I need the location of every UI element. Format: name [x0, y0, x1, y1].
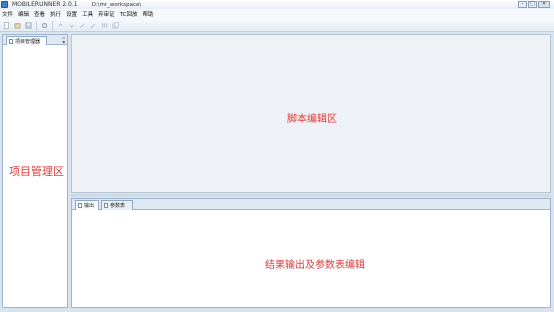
menu-edit[interactable]: 编辑: [18, 10, 29, 18]
menu-tc-replay[interactable]: TC回放: [120, 10, 138, 18]
menu-view[interactable]: 查看: [34, 10, 45, 18]
tab-output-label: 输出: [84, 203, 95, 209]
window-controls: – □ ✕: [518, 1, 550, 8]
script-editor[interactable]: 脚本编辑区: [71, 34, 551, 193]
output-tab-bar: 输出 参数表: [72, 199, 550, 210]
menu-item-7[interactable]: 弃审证: [98, 10, 115, 18]
menu-settings[interactable]: 设置: [66, 10, 77, 18]
toolbar-separator: [36, 20, 37, 30]
settings-icon[interactable]: [40, 21, 49, 30]
table-icon: [104, 203, 108, 208]
undo-icon[interactable]: [56, 21, 65, 30]
workspace-path: D:\mr_workspace\: [91, 1, 142, 8]
menu-tools[interactable]: 工具: [82, 10, 93, 18]
app-title: MOBILERUNNER 2.0.1: [12, 1, 78, 8]
app-icon: [1, 1, 8, 8]
minimize-button[interactable]: –: [518, 1, 527, 8]
project-tab-bar: 项目管理器 ▫ ▪: [3, 35, 67, 45]
menu-run[interactable]: 执行: [50, 10, 61, 18]
new-file-icon[interactable]: [2, 21, 11, 30]
menu-bar: 文件 编辑 查看 执行 设置 工具 弃审证 TC回放 帮助: [0, 9, 554, 19]
output-area-annotation: 结果输出及参数表编辑: [265, 260, 365, 271]
title-bar: MOBILERUNNER 2.0.1 D:\mr_workspace\ – □ …: [0, 0, 554, 9]
tab-parameter-label: 参数表: [110, 203, 126, 209]
document-icon[interactable]: [111, 21, 120, 30]
project-area-annotation: 项目管理区: [9, 165, 64, 178]
open-file-icon[interactable]: [13, 21, 22, 30]
maximize-button[interactable]: □: [528, 1, 537, 8]
save-icon[interactable]: [24, 21, 33, 30]
tab-label: 项目管理器: [15, 38, 41, 45]
columns-icon[interactable]: [100, 21, 109, 30]
toolbar-separator: [52, 20, 53, 30]
link-icon[interactable]: [89, 21, 98, 30]
menu-file[interactable]: 文件: [2, 10, 13, 18]
project-manager-panel: 项目管理器 ▫ ▪ 项目管理区: [2, 34, 68, 308]
redo-icon[interactable]: [67, 21, 76, 30]
menu-help[interactable]: 帮助: [143, 10, 154, 18]
project-icon: [9, 38, 13, 44]
output-icon: [78, 203, 82, 208]
panel-minimize-icon[interactable]: ▫ ▪: [62, 36, 65, 44]
panel-splitter[interactable]: ⋯: [71, 194, 551, 198]
close-button[interactable]: ✕: [538, 1, 550, 8]
splitter-handle-icon[interactable]: ⋯: [71, 194, 77, 198]
tab-project-manager[interactable]: 项目管理器: [6, 36, 47, 45]
toolbar: [0, 19, 554, 32]
output-panel: 输出 参数表 结果输出及参数表编辑: [71, 198, 551, 308]
editor-area-annotation: 脚本编辑区: [287, 114, 337, 125]
tab-output[interactable]: 输出: [75, 200, 99, 210]
tab-parameter-table[interactable]: 参数表: [101, 200, 133, 210]
edit-icon[interactable]: [78, 21, 87, 30]
